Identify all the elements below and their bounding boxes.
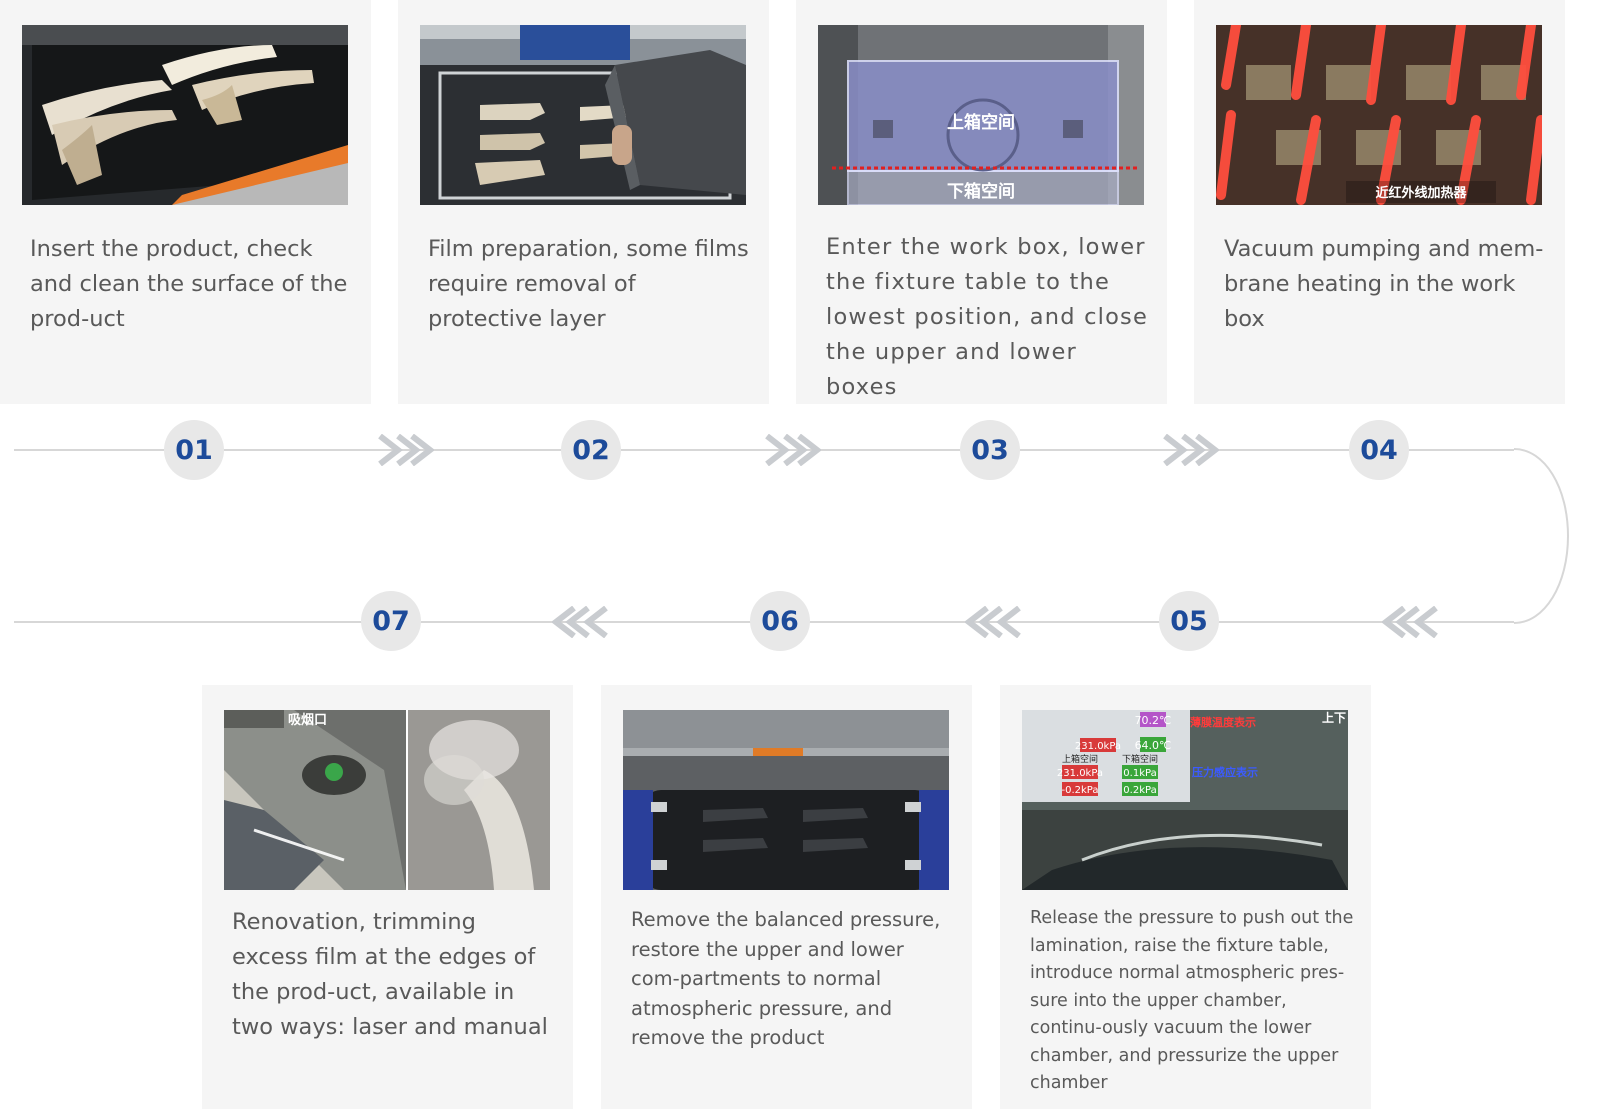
lower-chamber-label: 下箱空间 xyxy=(1122,753,1158,765)
step-number-5: 05 xyxy=(1159,591,1219,651)
step-4-description: Vacuum pumping and mem-brane heating in … xyxy=(1224,236,1544,332)
step-7-photo: 吸烟口 xyxy=(224,710,550,890)
step-number-7: 07 xyxy=(361,591,421,651)
step-1-description: Insert the product, check and clean the … xyxy=(30,236,348,332)
step-4-photo: 近红外线加热器 xyxy=(1216,25,1542,205)
exhaust-port-label: 吸烟口 xyxy=(288,713,327,728)
step-6-description: Remove the balanced pressure, restore th… xyxy=(631,908,941,1049)
pressure-value-1: 231.0kPa xyxy=(1075,741,1121,752)
upper-box-label: 上箱空间 xyxy=(947,112,1015,133)
upper-chamber-label: 上箱空间 xyxy=(1062,753,1098,765)
chevron-left-icon xyxy=(1382,606,1438,638)
chevron-left-icon xyxy=(965,606,1021,638)
chevron-right-icon xyxy=(765,434,821,466)
step-card-7: 吸烟口 Renovation, trimming excess film at … xyxy=(202,685,573,1109)
heater-label: 近红外线加热器 xyxy=(1375,185,1467,201)
step-number-6: 06 xyxy=(750,591,810,651)
screen-corner-label: 上下 xyxy=(1322,710,1346,725)
pressure-value-4: 0.1kPa xyxy=(1123,768,1156,779)
chevron-left-icon xyxy=(552,606,608,638)
step-card-4: 近红外线加热器 Vacuum pumping and mem-brane hea… xyxy=(1194,0,1565,404)
pressure-display-label: 压力感应表示 xyxy=(1192,765,1258,779)
step-card-5: 70.2℃ 64.0℃ 薄膜温度表示 上箱空间 下箱空间 231.0kPa 23… xyxy=(1000,685,1371,1109)
temperature-display-label: 薄膜温度表示 xyxy=(1190,715,1256,729)
temperature-bottom: 64.0℃ xyxy=(1135,739,1172,752)
pressure-value-5: 0.2kPa xyxy=(1123,785,1156,796)
step-card-2: Film preparation, some films require rem… xyxy=(398,0,769,404)
step-7-description: Renovation, trimming excess film at the … xyxy=(232,909,548,1040)
step-1-photo xyxy=(22,25,348,205)
step-2-photo xyxy=(420,25,746,205)
temperature-top: 70.2℃ xyxy=(1135,714,1172,727)
step-number-4: 04 xyxy=(1349,420,1409,480)
lower-box-label: 下箱空间 xyxy=(947,181,1015,202)
step-3-photo: 上箱空间 下箱空间 xyxy=(818,25,1144,205)
chevron-right-icon xyxy=(378,434,434,466)
step-2-description: Film preparation, some films require rem… xyxy=(428,236,749,332)
pressure-value-3: -0.2kPa xyxy=(1061,785,1098,796)
step-6-photo xyxy=(623,710,949,890)
step-3-description: Enter the work box, lower the fixture ta… xyxy=(826,234,1149,400)
step-5-photo: 70.2℃ 64.0℃ 薄膜温度表示 上箱空间 下箱空间 231.0kPa 23… xyxy=(1022,710,1348,890)
step-card-3: 上箱空间 下箱空间 Enter the work box, lower the … xyxy=(796,0,1167,404)
step-number-1: 01 xyxy=(164,420,224,480)
chevron-right-icon xyxy=(1163,434,1219,466)
step-number-3: 03 xyxy=(960,420,1020,480)
pressure-value-2: 231.0kPa xyxy=(1057,768,1103,779)
step-number-2: 02 xyxy=(561,420,621,480)
step-5-description: Release the pressure to push out the lam… xyxy=(1030,908,1354,1093)
flow-line-top xyxy=(14,449,1514,451)
step-card-6: Remove the balanced pressure, restore th… xyxy=(601,685,972,1109)
flow-curve xyxy=(1513,448,1570,624)
step-card-1: Insert the product, check and clean the … xyxy=(0,0,371,404)
